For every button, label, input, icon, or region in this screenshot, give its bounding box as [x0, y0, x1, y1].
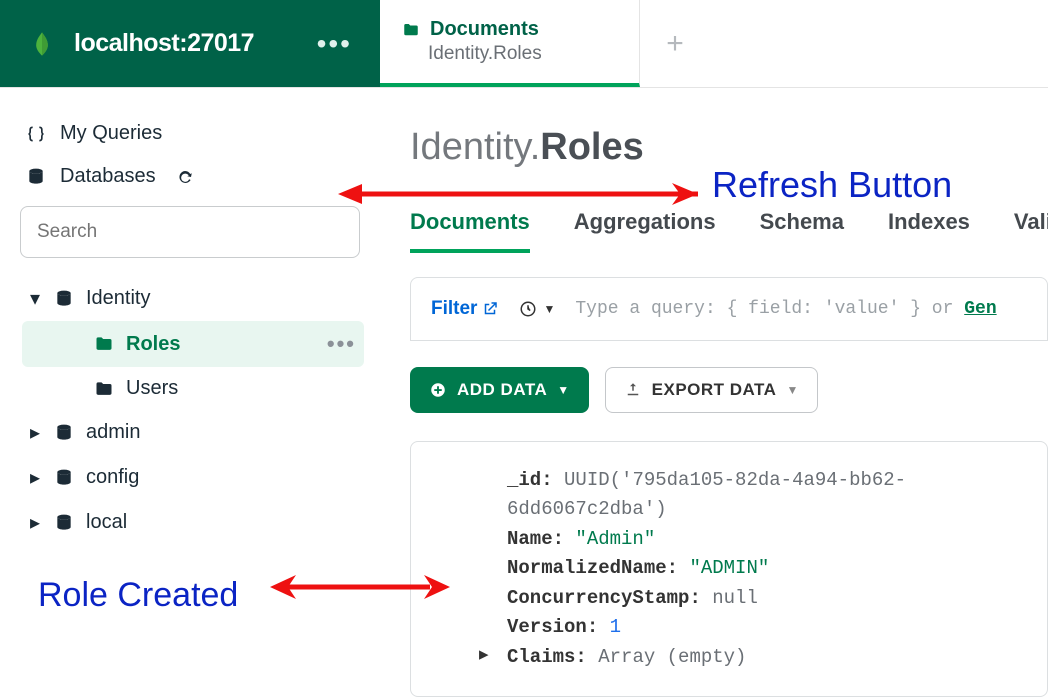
subtab-indexes[interactable]: Indexes — [888, 209, 970, 253]
caret-right-icon: ▸ — [30, 420, 42, 445]
my-queries-label: My Queries — [60, 122, 162, 145]
annotation-refresh-label: Refresh Button — [712, 164, 952, 206]
expand-array-icon[interactable]: ▸ — [479, 643, 489, 666]
filter-generate-link[interactable]: Gen — [964, 299, 996, 319]
subtab-documents[interactable]: Documents — [410, 209, 530, 253]
database-icon — [54, 468, 74, 488]
export-data-button[interactable]: EXPORT DATA ▼ — [605, 367, 818, 413]
plus-circle-icon — [429, 381, 447, 399]
filter-input[interactable]: Type a query: { field: 'value' } or Gen — [575, 299, 996, 319]
tree-label: Users — [126, 377, 178, 400]
tab-subtitle: Identity.Roles — [428, 43, 611, 65]
tree-collection-roles[interactable]: Roles ••• — [22, 321, 364, 367]
clock-icon — [519, 300, 537, 318]
database-tree: ▾ Identity Roles ••• Users ▸ admin ▸ con… — [16, 276, 364, 545]
subtab-schema[interactable]: Schema — [760, 209, 844, 253]
tree-label: local — [86, 511, 127, 534]
add-data-label: ADD DATA — [457, 380, 547, 400]
open-external-icon — [481, 300, 499, 318]
breadcrumb-db: Identity. — [410, 126, 540, 168]
collection-menu-icon[interactable]: ••• — [327, 331, 356, 357]
doc-field-version: Version: 1 — [507, 613, 1023, 642]
tree-db-admin[interactable]: ▸ admin — [22, 410, 364, 455]
annotation-role-created-label: Role Created — [38, 576, 238, 615]
braces-icon — [26, 124, 46, 144]
filter-bar: Filter ▼ Type a query: { field: 'value' … — [410, 277, 1048, 341]
doc-field-claims: Claims: Array (empty) — [507, 643, 1023, 672]
history-button[interactable]: ▼ — [519, 300, 555, 318]
folder-icon — [94, 334, 114, 354]
database-icon — [26, 167, 46, 187]
tree-label: Roles — [126, 333, 180, 356]
mongodb-leaf-icon — [28, 30, 56, 58]
caret-right-icon: ▸ — [30, 510, 42, 535]
doc-field-name: Name: "Admin" — [507, 525, 1023, 554]
databases-label: Databases — [60, 165, 156, 188]
sidebar-item-my-queries[interactable]: My Queries — [16, 112, 364, 155]
header-bar: localhost:27017 ••• Documents Identity.R… — [0, 0, 1048, 88]
filter-button[interactable]: Filter — [431, 298, 499, 320]
search-input[interactable] — [37, 221, 343, 243]
tree-db-local[interactable]: ▸ local — [22, 500, 364, 545]
connection-block[interactable]: localhost:27017 ••• — [0, 0, 380, 87]
export-icon — [624, 381, 642, 399]
tree-label: Identity — [86, 287, 150, 310]
subtab-validation[interactable]: Valid — [1014, 209, 1048, 253]
tree-label: admin — [86, 421, 140, 444]
tab-title: Documents — [430, 18, 539, 41]
tab-documents[interactable]: Documents Identity.Roles — [380, 0, 640, 87]
refresh-icon — [176, 168, 194, 186]
add-data-button[interactable]: ADD DATA ▼ — [410, 367, 589, 413]
doc-field-concurrency-stamp: ConcurrencyStamp: null — [507, 584, 1023, 613]
tree-db-config[interactable]: ▸ config — [22, 455, 364, 500]
sidebar-item-databases[interactable]: Databases — [16, 155, 364, 198]
doc-field-id: _id: UUID('795da105-82da-4a94-bb62-6dd60… — [507, 466, 1023, 525]
chevron-down-icon: ▼ — [543, 302, 555, 316]
subtab-aggregations[interactable]: Aggregations — [574, 209, 716, 253]
filter-label-text: Filter — [431, 298, 477, 320]
chevron-down-icon: ▼ — [786, 383, 798, 397]
export-data-label: EXPORT DATA — [652, 380, 777, 400]
sidebar-search[interactable] — [20, 206, 360, 258]
new-tab-button[interactable]: + — [640, 0, 710, 87]
breadcrumb-collection: Roles — [540, 126, 643, 168]
folder-icon — [94, 379, 114, 399]
document-card[interactable]: _id: UUID('795da105-82da-4a94-bb62-6dd60… — [410, 441, 1048, 697]
folder-icon — [402, 21, 420, 39]
database-icon — [54, 513, 74, 533]
doc-field-normalized-name: NormalizedName: "ADMIN" — [507, 554, 1023, 583]
database-icon — [54, 289, 74, 309]
chevron-down-icon: ▼ — [557, 383, 569, 397]
tree-db-identity[interactable]: ▾ Identity — [22, 276, 364, 321]
collection-breadcrumb: Identity.Roles — [410, 126, 1048, 169]
action-buttons: ADD DATA ▼ EXPORT DATA ▼ — [410, 367, 1048, 413]
collection-subtabs: Documents Aggregations Schema Indexes Va… — [410, 209, 1048, 253]
refresh-button[interactable] — [170, 168, 200, 186]
connection-menu-icon[interactable]: ••• — [317, 28, 352, 60]
connection-title: localhost:27017 — [74, 29, 299, 58]
caret-down-icon: ▾ — [30, 286, 42, 311]
filter-placeholder: Type a query: { field: 'value' } or — [575, 299, 964, 319]
tree-label: config — [86, 466, 139, 489]
tree-collection-users[interactable]: Users — [22, 367, 364, 410]
tab-bar: Documents Identity.Roles + — [380, 0, 1048, 87]
database-icon — [54, 423, 74, 443]
caret-right-icon: ▸ — [30, 465, 42, 490]
